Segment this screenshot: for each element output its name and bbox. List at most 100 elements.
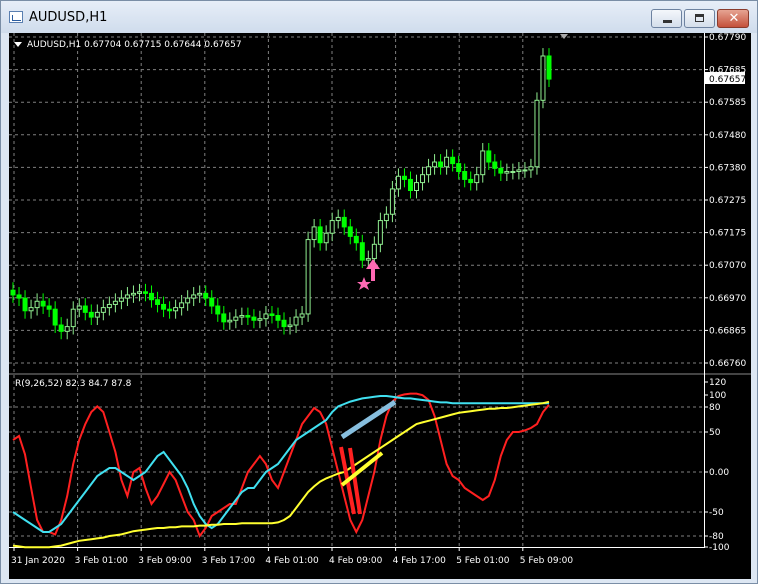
chart-window: AUDUSD,H1 ✕ 0.67790 0.67685 0.67585 0.67480… <box>0 0 758 584</box>
candle-body <box>516 169 522 173</box>
candle-body <box>305 239 311 315</box>
candle-body <box>546 55 552 80</box>
candle <box>40 293 46 314</box>
candle-body <box>492 161 498 169</box>
candle-body <box>251 316 257 321</box>
candle-body <box>203 292 209 299</box>
candle-body <box>522 169 528 172</box>
candle-body <box>383 213 389 222</box>
candle-body <box>149 292 155 301</box>
candle <box>323 225 329 251</box>
close-button[interactable]: ✕ <box>717 9 749 28</box>
chart-area[interactable]: 0.67790 0.67685 0.67585 0.67480 0.67380 0.672… <box>9 33 751 579</box>
chart-window-icon <box>9 11 23 23</box>
candle <box>203 285 209 307</box>
candle <box>191 287 197 307</box>
candle-body <box>426 166 432 176</box>
candle-body <box>185 297 191 304</box>
star-icon <box>357 277 371 290</box>
candle-body <box>40 300 46 307</box>
candle-body <box>486 150 492 163</box>
candle-body <box>371 243 377 260</box>
candle-body <box>94 311 100 318</box>
candle <box>118 290 124 310</box>
candle-body <box>323 232 329 244</box>
candle <box>492 154 498 177</box>
candle-body <box>389 188 395 215</box>
candle-body <box>359 242 365 261</box>
price-tick-label: 0.67175 <box>709 229 746 239</box>
candle-body <box>197 292 203 296</box>
candle-body <box>474 174 480 184</box>
candle-body <box>46 305 52 310</box>
candle <box>299 306 305 326</box>
candle <box>522 162 528 178</box>
candle-body <box>142 291 148 294</box>
candle <box>528 158 534 178</box>
price-tick-label: 0.67585 <box>709 98 746 108</box>
candle <box>239 307 245 326</box>
minimize-button[interactable] <box>651 9 682 28</box>
candle <box>414 174 420 199</box>
oscillator-series-line <box>12 392 550 539</box>
candle-body <box>124 294 130 299</box>
title-bar[interactable]: AUDUSD,H1 ✕ <box>1 1 757 33</box>
candle-body <box>118 297 124 302</box>
candle-body <box>510 171 516 174</box>
candle-body <box>215 305 221 315</box>
candle-body <box>245 315 251 318</box>
maximize-button[interactable] <box>684 9 715 28</box>
candle <box>149 285 155 308</box>
candle-body <box>10 289 16 296</box>
candle-body <box>173 307 179 312</box>
candle-body <box>136 291 142 294</box>
candle <box>341 209 347 235</box>
candle <box>281 312 287 335</box>
dropdown-triangle-icon[interactable] <box>14 42 22 47</box>
candle-body <box>16 294 22 299</box>
candle <box>395 168 401 197</box>
candle-body <box>161 303 167 310</box>
candle-body <box>468 178 474 184</box>
candle-body <box>299 313 305 318</box>
candle <box>28 299 34 319</box>
candle <box>185 290 191 311</box>
candle <box>420 166 426 191</box>
candle <box>94 304 100 326</box>
candle-body <box>82 305 88 313</box>
candle-body <box>341 216 347 228</box>
candle-body <box>462 171 468 180</box>
candle <box>245 307 251 326</box>
candle <box>161 296 167 318</box>
osc-tick-label: 50 <box>709 428 721 438</box>
candle <box>383 206 389 229</box>
candle-body <box>407 178 413 192</box>
candle <box>444 149 450 175</box>
candle <box>456 155 462 180</box>
candle-body <box>395 175 401 190</box>
time-tick-label: 5 Feb 01:00 <box>456 556 510 566</box>
candle-body <box>76 305 82 310</box>
candle-body <box>444 156 450 168</box>
candle <box>142 283 148 302</box>
candle-body <box>179 302 185 309</box>
candle-body <box>329 220 335 234</box>
candle <box>347 218 353 245</box>
chart-canvas[interactable]: 0.677900.676850.675850.674800.673800.672… <box>9 33 751 579</box>
candle <box>34 293 40 316</box>
candle-body <box>275 315 281 321</box>
candle-body <box>239 315 245 318</box>
window-title: AUDUSD,H1 <box>29 10 108 25</box>
candle <box>353 228 359 251</box>
candle <box>510 163 516 180</box>
candle <box>227 312 233 330</box>
candle <box>64 318 70 340</box>
candle <box>82 298 88 321</box>
candle <box>317 218 323 251</box>
candle-body <box>191 294 197 299</box>
candle-body <box>377 220 383 245</box>
candle-body <box>480 150 486 176</box>
candle <box>22 290 28 319</box>
candle <box>486 143 492 170</box>
maximize-icon <box>695 14 704 22</box>
